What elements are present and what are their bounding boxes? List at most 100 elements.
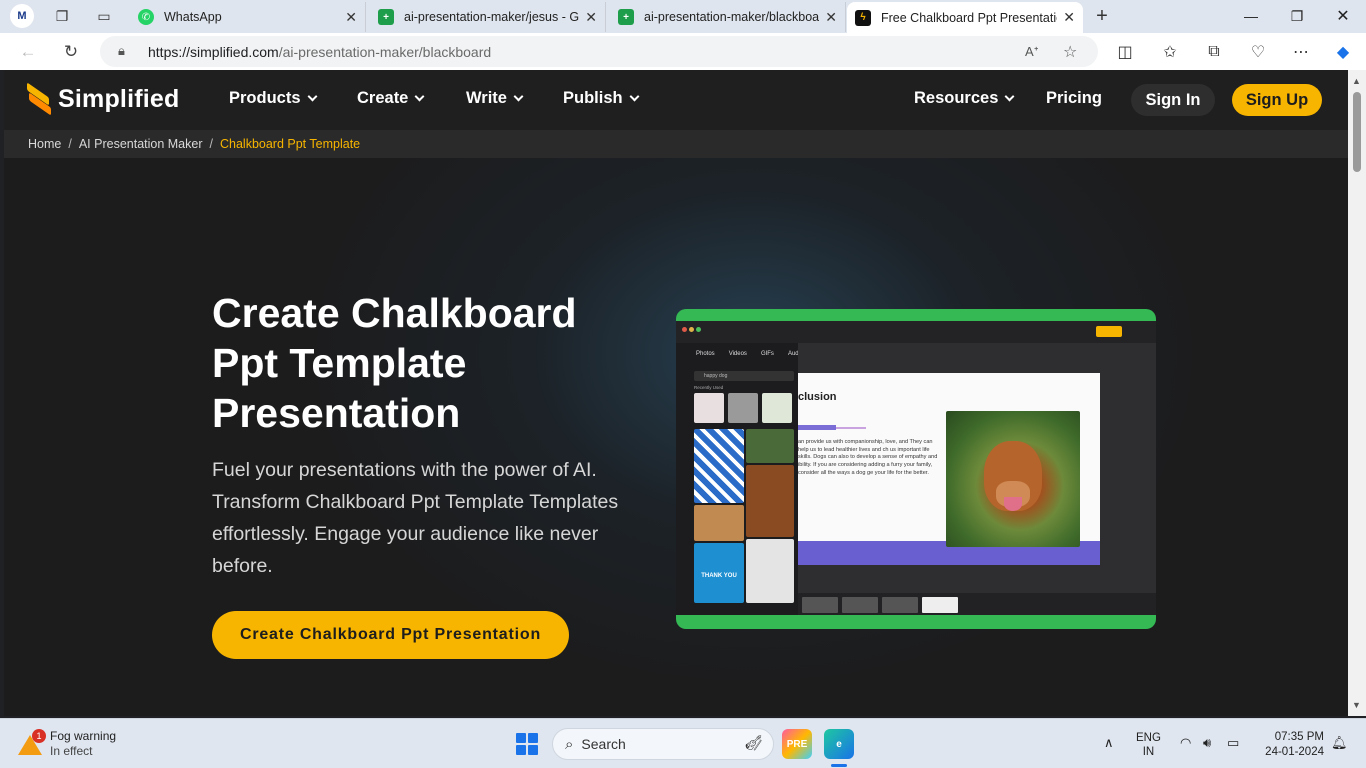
chevron-down-icon [513,91,524,102]
media-thumb [746,465,794,537]
chevron-up-icon[interactable]: ∧ [1104,735,1114,751]
reload-icon[interactable]: ↻ [57,39,85,65]
nav-create[interactable]: Create [357,89,425,108]
media-tab: Videos [728,351,747,357]
dog-photo [946,411,1080,547]
copilot-preview-app-icon[interactable]: PRE [782,729,812,759]
chevron-down-icon [414,91,425,102]
minimize-icon[interactable]: — [1228,4,1274,28]
slide-thumb [882,597,918,613]
workspaces-icon[interactable]: ❐ [49,4,75,28]
weather-text: Fog warning In effect [50,729,116,759]
search-highlight-icon: 🎻︎ [743,735,763,752]
breadcrumb-home[interactable]: Home [28,137,61,151]
tab-whatsapp[interactable]: ✆ WhatsApp ✕ [130,2,366,32]
region-code: IN [1142,746,1155,758]
copilot-icon[interactable]: ◆ [1330,40,1356,64]
search-icon: ⌕ [565,735,574,753]
clock-date: 24-01-2024 [1265,746,1324,758]
tab-simplified[interactable]: ϟ Free Chalkboard Ppt Presentation ✕ [847,2,1083,33]
active-app-indicator [831,764,847,767]
slide-thumb [922,597,958,613]
media-search: happy dog [694,371,794,381]
tab-title: WhatsApp [164,10,222,24]
taskbar-search[interactable]: ⌕ Search 🎻︎ [552,728,774,760]
nav-pricing-label: Pricing [1046,89,1102,107]
slide-title: clusion [798,391,837,403]
site-header: Simplified Products Create Write Publish… [4,70,1348,130]
close-icon[interactable]: ✕ [585,9,597,26]
breadcrumb-separator: / [209,137,213,151]
back-icon[interactable]: ← [14,39,42,65]
tab-bar: M ❐ ▭ ✆ WhatsApp ✕ + ai-presentation-mak… [0,0,1366,33]
close-icon[interactable]: ✕ [345,9,357,26]
window-close-icon[interactable]: ✕ [1320,4,1366,28]
favorite-star-icon[interactable]: ☆ [1063,42,1077,62]
media-thumb: THANK YOU [694,543,744,603]
notification-bell-icon[interactable]: 🔔︎ [1331,735,1348,751]
tab-title: Free Chalkboard Ppt Presentation [881,10,1058,25]
breadcrumb-current: Chalkboard Ppt Template [219,137,361,151]
nav-write[interactable]: Write [466,89,524,108]
close-icon[interactable]: ✕ [1063,9,1075,26]
edge-app-icon[interactable]: e [824,729,854,759]
nav-resources[interactable]: Resources [914,89,1015,108]
sign-in-button[interactable]: Sign In [1131,84,1215,116]
slide-accent-bar [798,425,836,430]
volume-icon[interactable]: 🔊︎ [1203,735,1211,751]
favorites-icon[interactable]: ✩ [1157,40,1183,64]
slide-filmstrip [798,593,1156,615]
sign-up-button[interactable]: Sign Up [1232,84,1322,116]
nav-products-label: Products [229,89,301,107]
nav-publish[interactable]: Publish [563,89,640,108]
weather-widget[interactable]: 1 Fog warning In effect [18,729,116,759]
close-icon[interactable]: ✕ [825,9,837,26]
url-text: https://simplified.com/ai-presentation-m… [148,44,491,60]
start-button[interactable] [516,733,538,755]
scroll-up-icon[interactable]: ▲ [1352,76,1361,86]
language-indicator[interactable]: ENG IN [1136,731,1161,759]
clock[interactable]: 07:35 PM 24-01-2024 [1254,730,1324,760]
new-tab-icon[interactable]: + [1089,4,1115,28]
media-thumb [728,393,758,423]
browser-essentials-icon[interactable]: ♡ [1245,40,1271,64]
more-menu-icon[interactable]: ⋯ [1288,40,1314,64]
recently-used-label: Recently Used [694,385,724,390]
tab-sheet-blackboard[interactable]: + ai-presentation-maker/blackboar ✕ [610,2,846,32]
simplified-icon: ϟ [855,9,871,26]
tab-sheet-jesus[interactable]: + ai-presentation-maker/jesus - Go ✕ [370,2,606,32]
split-screen-icon[interactable]: ◫ [1112,40,1138,64]
read-aloud-icon[interactable]: Aᐩ [1025,44,1039,60]
address-bar[interactable]: 🔒︎ https://simplified.com/ai-presentatio… [100,36,1098,67]
web-page: Simplified Products Create Write Publish… [4,70,1348,716]
simplified-logo[interactable]: Simplified [26,82,179,116]
media-thumb [694,393,724,423]
collections-icon[interactable]: ⧉ [1201,40,1227,64]
address-row: ← ↻ 🔒︎ https://simplified.com/ai-present… [0,33,1366,70]
scroll-down-icon[interactable]: ▼ [1352,700,1361,710]
media-thumb [746,429,794,463]
nav-pricing[interactable]: Pricing [1046,89,1102,108]
create-presentation-button[interactable]: Create Chalkboard Ppt Presentation [212,611,569,659]
editor-window: Photos Videos GIFs Audio happy dog Recen… [676,321,1156,615]
media-thumb [746,539,794,603]
weather-subtitle: In effect [50,744,93,758]
battery-icon[interactable]: ▭ [1227,735,1239,751]
media-tab: GIFs [760,351,774,357]
wifi-icon[interactable]: ◠ [1180,735,1191,751]
page-scrollbar[interactable]: ▲ ▼ [1348,70,1366,716]
media-thumb [762,393,792,423]
scrollbar-thumb[interactable] [1353,92,1361,172]
profile-avatar[interactable]: M [10,4,34,28]
lock-icon: 🔒︎ [118,43,125,58]
search-label: Search [581,736,626,752]
media-thumb [694,505,744,541]
breadcrumb-section[interactable]: AI Presentation Maker [79,137,203,151]
tab-actions-icon[interactable]: ▭ [91,4,117,28]
slide-accent-line [836,427,866,429]
nav-publish-label: Publish [563,89,623,107]
clock-time: 07:35 PM [1274,731,1324,743]
maximize-icon[interactable]: ❐ [1274,4,1320,28]
nav-products[interactable]: Products [229,89,317,108]
media-panel: Photos Videos GIFs Audio happy dog Recen… [676,343,803,615]
